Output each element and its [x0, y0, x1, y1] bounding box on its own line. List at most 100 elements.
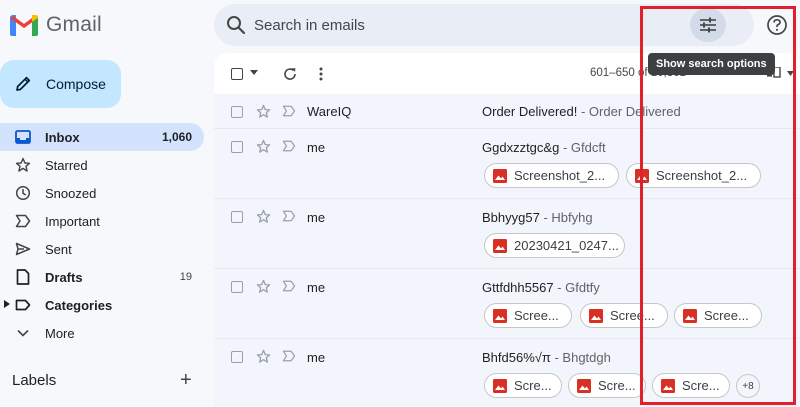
gmail-m-icon [10, 14, 38, 36]
sidebar-item-label: More [45, 325, 75, 341]
image-icon [577, 378, 591, 393]
email-sender: me [307, 140, 326, 155]
sidebar-item-categories[interactable]: Categories [0, 291, 204, 319]
star-icon[interactable] [256, 209, 271, 224]
send-icon [14, 242, 32, 256]
email-sender: me [307, 280, 326, 295]
create-label-button[interactable]: + [180, 370, 192, 390]
row-checkbox[interactable] [231, 211, 243, 223]
sidebar-item-label: Drafts [45, 269, 83, 285]
email-subject-line: Bbhyyg57 - Hbfyhg [482, 210, 593, 225]
email-subject-line: Order Delivered! - Order Delivered [482, 104, 681, 119]
search-options-button[interactable] [690, 8, 726, 42]
sidebar-item-sent[interactable]: Sent [0, 235, 204, 263]
expand-caret-icon[interactable] [4, 300, 10, 308]
attachment-chip[interactable]: Scree... [674, 303, 762, 328]
app-name: Gmail [46, 13, 102, 36]
select-caret-icon[interactable] [250, 70, 258, 75]
important-icon [14, 214, 32, 228]
attachment-chip[interactable]: Scre... [652, 373, 730, 398]
attachment-name: Screenshot_2... [656, 168, 748, 183]
email-row[interactable]: WareIQ Order Delivered! - Order Delivere… [214, 94, 800, 129]
sidebar-item-drafts[interactable]: Drafts 19 [0, 263, 204, 291]
important-marker-icon[interactable] [282, 350, 296, 362]
email-snippet: - Gfdcft [559, 140, 606, 155]
inbox-icon [14, 130, 32, 144]
email-sender: WareIQ [307, 104, 352, 119]
image-icon [661, 378, 675, 393]
sidebar-item-label: Sent [45, 241, 72, 257]
star-icon [14, 157, 32, 173]
sidebar-item-snoozed[interactable]: Snoozed [0, 179, 204, 207]
important-marker-icon[interactable] [282, 210, 296, 222]
star-icon[interactable] [256, 104, 271, 119]
email-subject: Order Delivered! [482, 104, 578, 119]
email-subject: Gttfdhh5567 [482, 280, 554, 295]
compose-button[interactable]: Compose [0, 60, 121, 108]
sidebar-nav: Inbox 1,060 Starred Snoozed Important Se… [0, 123, 204, 347]
row-checkbox[interactable] [231, 351, 243, 363]
image-icon [493, 238, 507, 253]
help-button[interactable] [764, 12, 790, 38]
sidebar-item-label: Starred [45, 157, 88, 173]
chevron-down-icon [14, 328, 32, 338]
attachment-name: Scre... [514, 378, 552, 393]
search-icon[interactable] [226, 15, 246, 35]
sidebar-item-starred[interactable]: Starred [0, 151, 204, 179]
more-vert-icon[interactable] [318, 66, 324, 82]
attachment-chip[interactable]: Scree... [580, 303, 668, 328]
email-row[interactable]: me Bhfd56%√π - Bhgtdgh Scre... Scre... S… [214, 339, 800, 407]
attachment-chip[interactable]: Scre... [568, 373, 646, 398]
star-icon[interactable] [256, 139, 271, 154]
row-checkbox[interactable] [231, 281, 243, 293]
email-snippet: - Gfdtfy [553, 280, 600, 295]
search-input[interactable] [254, 4, 654, 46]
email-subject-line: Gttfdhh5567 - Gfdtfy [482, 280, 600, 295]
email-row[interactable]: me Gttfdhh5567 - Gfdtfy Scree... Scree..… [214, 269, 800, 339]
clock-icon [14, 185, 32, 201]
email-subject: Bhfd56%√π [482, 350, 551, 365]
email-snippet: - Bhgtdgh [550, 350, 611, 365]
image-icon [683, 308, 697, 323]
attachment-chip[interactable]: Scre... [484, 373, 562, 398]
important-marker-icon[interactable] [282, 105, 296, 117]
split-caret-icon[interactable] [787, 71, 794, 76]
sidebar-item-label: Categories [45, 297, 113, 313]
unread-count: 1,060 [161, 130, 192, 144]
row-checkbox[interactable] [231, 141, 243, 153]
star-icon[interactable] [256, 349, 271, 364]
label-icon [14, 299, 32, 311]
email-subject: Ggdxzztgc&g [482, 140, 560, 155]
attachment-chip[interactable]: Scree... [484, 303, 572, 328]
draft-icon [14, 269, 32, 285]
attachment-name: Scree... [704, 308, 749, 323]
help-icon [767, 15, 787, 35]
more-attachments-badge[interactable]: +8 [736, 374, 760, 398]
star-icon[interactable] [256, 279, 271, 294]
image-icon [635, 168, 649, 183]
sidebar-item-label: Inbox [45, 129, 80, 145]
sidebar-item-important[interactable]: Important [0, 207, 204, 235]
email-row[interactable]: me Ggdxzztgc&g - Gfdcft Screenshot_2... … [214, 129, 800, 199]
sidebar-item-inbox[interactable]: Inbox 1,060 [0, 123, 204, 151]
important-marker-icon[interactable] [282, 280, 296, 292]
search-bar[interactable] [214, 4, 754, 46]
important-marker-icon[interactable] [282, 140, 296, 152]
image-icon [493, 168, 507, 183]
mail-list-panel: 601–650 of 10,361 WareIQ Order Delivered… [214, 53, 800, 407]
select-all-checkbox[interactable] [231, 68, 243, 80]
email-subject: Bbhyyg57 [482, 210, 540, 225]
email-row[interactable]: me Bbhyyg57 - Hbfyhg 20230421_0247... [214, 199, 800, 269]
attachment-name: Scre... [598, 378, 636, 393]
attachment-chip[interactable]: Screenshot_2... [626, 163, 761, 188]
search-options-tooltip: Show search options [648, 53, 775, 75]
attachment-chip[interactable]: 20230421_0247... [484, 233, 625, 258]
row-checkbox[interactable] [231, 106, 243, 118]
email-subject-line: Ggdxzztgc&g - Gfdcft [482, 140, 606, 155]
refresh-icon[interactable] [282, 66, 298, 82]
pencil-icon [16, 76, 31, 91]
gmail-logo[interactable]: Gmail [10, 8, 102, 42]
sidebar-item-more[interactable]: More [0, 319, 204, 347]
sidebar-item-label: Important [45, 213, 100, 229]
attachment-chip[interactable]: Screenshot_2... [484, 163, 619, 188]
